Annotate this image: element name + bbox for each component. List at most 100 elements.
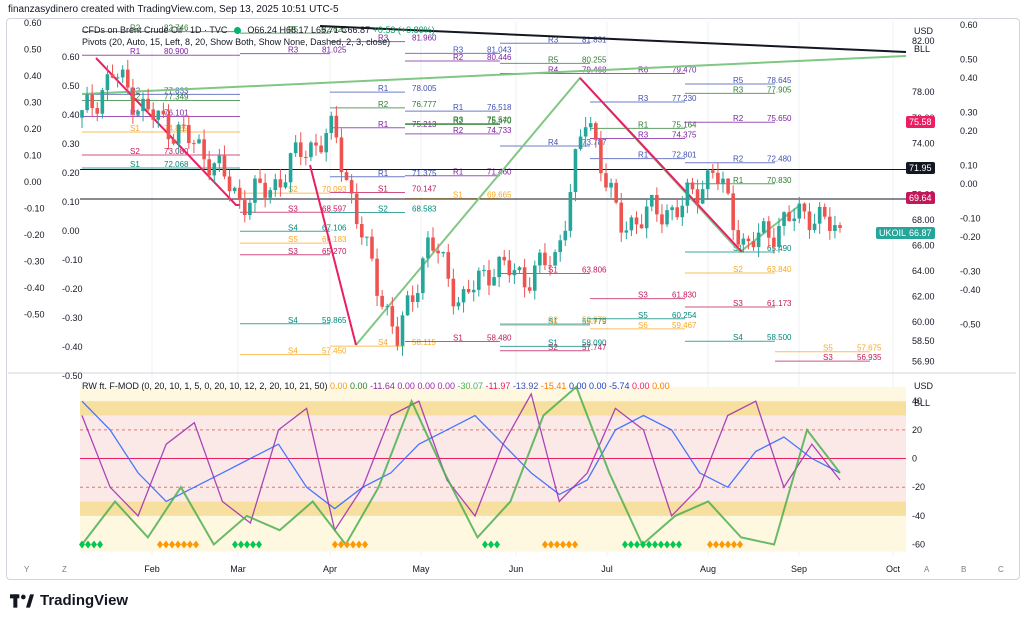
candle-body	[415, 293, 420, 302]
osc-value: 0.00	[414, 381, 435, 391]
brand-name: TradingView	[40, 592, 129, 609]
pivot-value: 77.905	[767, 85, 792, 94]
osc-tick-label: 0	[912, 454, 917, 464]
candle-body	[833, 225, 837, 231]
right-axis-label: 0.10	[960, 161, 978, 171]
candle-body	[787, 212, 791, 222]
candle-body	[822, 206, 827, 217]
pivot-label: S1	[130, 160, 140, 169]
toolbar-label[interactable]: Z	[62, 565, 67, 574]
toolbar-label[interactable]: Y	[24, 565, 30, 574]
pivot-label: R2	[378, 100, 389, 109]
pivot-value: 77.349	[164, 93, 189, 102]
candle-body	[202, 139, 206, 160]
candle-body	[293, 142, 298, 154]
pivot-value: 80.900	[164, 47, 189, 56]
candle-body	[390, 306, 395, 327]
overbought-band	[80, 401, 906, 416]
pivot-value: 63.840	[767, 265, 792, 274]
candle-body	[553, 252, 557, 266]
candle-body	[115, 77, 120, 79]
candle-body	[344, 172, 349, 181]
candle-body	[558, 240, 563, 253]
toolbar-label[interactable]: B	[961, 565, 966, 574]
candle-body	[410, 295, 415, 302]
right-axis-label: -0.30	[960, 267, 981, 277]
candle-body	[263, 182, 267, 198]
pivot-value: 81.831	[582, 35, 607, 44]
inner-axis-label: 0.50	[62, 81, 80, 91]
pivot-label: S4	[378, 338, 388, 347]
symbol-label[interactable]: CFDs on Brent Crude Oil · 1D · TVC	[82, 25, 227, 35]
candle-body	[80, 110, 84, 118]
pivot-label: S3	[288, 247, 298, 256]
pivot-label: S1	[453, 333, 463, 342]
candle-body	[151, 109, 156, 120]
y-tick-label: 64.00	[912, 266, 935, 276]
inner-axis-label: 0.30	[62, 139, 80, 149]
candle-body	[136, 111, 140, 115]
candle-body	[543, 252, 547, 266]
candle-body	[85, 94, 89, 111]
price-badge: 66.87	[906, 227, 935, 240]
candle-body	[721, 178, 725, 184]
candle-body	[120, 69, 125, 78]
candle-body	[207, 159, 211, 176]
candle-body	[380, 295, 384, 307]
osc-name[interactable]: RW ft. F-MOD (0, 20, 10, 1, 5, 0, 20, 10…	[82, 381, 327, 391]
candle-body	[95, 108, 100, 114]
pivot-label: R1	[378, 169, 389, 178]
candle-body	[436, 250, 440, 254]
market-status-icon	[233, 27, 241, 35]
pivots-legend[interactable]: Pivots (20, Auto, 15, Left, 8, 20, Show …	[82, 36, 435, 48]
toolbar-label[interactable]: A	[924, 565, 930, 574]
candle-body	[492, 277, 496, 286]
unit-label[interactable]: BLL	[914, 44, 930, 54]
candle-body	[176, 124, 181, 144]
inner-axis-label: -0.10	[62, 255, 83, 265]
candle-body	[538, 252, 542, 266]
pivot-value: 61.173	[767, 299, 792, 308]
y-tick-label: 78.00	[912, 87, 935, 97]
candle-body	[314, 142, 318, 146]
price-chart[interactable]: R282.746R180.900R277.833R277.349R176.101…	[0, 0, 1024, 622]
inner-axis-label: 0.10	[62, 197, 80, 207]
pivot-value: 58.115	[412, 338, 436, 347]
currency-label[interactable]: USD	[914, 26, 933, 36]
right-axis-label: -0.40	[960, 285, 981, 295]
candle-body	[232, 187, 237, 192]
toolbar-label[interactable]: C	[998, 565, 1004, 574]
pivot-value: 72.801	[672, 151, 697, 160]
pivot-value: 66.183	[322, 235, 347, 244]
tradingview-logo-icon	[10, 593, 34, 608]
pivot-value: 57.450	[322, 347, 347, 356]
left-axis-label: 0.00	[24, 177, 42, 187]
osc-value: 0.00	[394, 381, 415, 391]
candle-body	[105, 74, 110, 91]
pivot-value: 75.540	[487, 116, 512, 125]
pivot-value: 58.090	[582, 338, 607, 347]
symbol-badge[interactable]: UKOIL	[876, 227, 910, 240]
candle-body	[675, 207, 680, 218]
right-axis-label: 0.00	[960, 179, 978, 189]
pivot-label: S5	[288, 235, 298, 244]
candle-body	[359, 224, 364, 238]
pivot-label: R3	[453, 116, 464, 125]
candle-body	[141, 98, 145, 112]
left-axis-label: -0.40	[24, 283, 45, 293]
candle-body	[309, 142, 313, 158]
candle-body	[644, 206, 649, 229]
candle-body	[660, 214, 664, 225]
candle-body	[807, 211, 812, 231]
pivot-label: S1	[130, 124, 140, 133]
osc-unit-label[interactable]: BLL	[914, 398, 930, 408]
candle-body	[400, 315, 405, 346]
pivot-value: 65.270	[322, 247, 347, 256]
osc-currency-label[interactable]: USD	[914, 381, 933, 391]
pivot-value: 72.480	[767, 155, 792, 164]
candle-body	[426, 237, 430, 259]
y-tick-label: 56.90	[912, 357, 935, 367]
candle-body	[217, 155, 222, 164]
pivot-value: 59.467	[672, 321, 697, 330]
right-axis-label: -0.20	[960, 232, 981, 242]
